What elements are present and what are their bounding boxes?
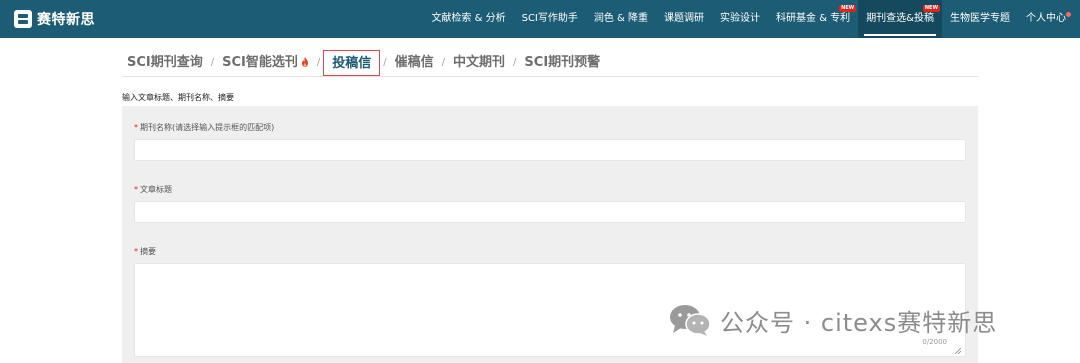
tab-label: SCI智能选刊 <box>222 54 298 70</box>
nav-item-experiment[interactable]: 实验设计 <box>712 0 768 38</box>
article-title-label: * 文章标题 <box>134 184 172 195</box>
logo-text: 赛特新思 <box>37 12 95 28</box>
tab-separator: / <box>513 57 517 68</box>
label-text: 摘要 <box>140 247 156 256</box>
tab-reminder-letter[interactable]: 催稿信 <box>390 50 439 76</box>
required-mark: * <box>134 185 138 194</box>
nav-item-journal[interactable]: 期刊查选&投稿 NEW <box>858 0 942 38</box>
nav-item-label: 科研基金 & 专利 <box>776 13 851 24</box>
nav-item-label: 期刊查选&投稿 <box>866 13 934 24</box>
nav-item-label: 个人中心 <box>1026 13 1066 24</box>
nav-item-label: 课题调研 <box>664 13 705 24</box>
nav-item-sci-writing[interactable]: SCI写作助手 <box>514 0 586 38</box>
journal-name-input[interactable] <box>134 139 966 161</box>
nav-item-literature[interactable]: 文献检索 & 分析 <box>423 0 513 38</box>
nav-item-biomedical[interactable]: 生物医学专题 <box>942 0 1018 38</box>
tab-chinese-journals[interactable]: 中文期刊 <box>448 50 510 76</box>
tab-sci-journal-warning[interactable]: SCI期刊预警 <box>519 50 605 76</box>
tab-sci-smart-select[interactable]: SCI智能选刊 <box>217 50 314 76</box>
nav-item-funding[interactable]: 科研基金 & 专利 NEW <box>768 0 858 38</box>
journal-tabs: SCI期刊查询 / SCI智能选刊 / 投稿信 / 催稿信 / 中文期刊 / S… <box>122 49 978 77</box>
logo-mark-icon <box>14 10 32 28</box>
tab-cover-letter[interactable]: 投稿信 <box>323 49 381 76</box>
wechat-watermark: 公众号 · citexs赛特新思 <box>668 302 997 338</box>
nav-item-label: 生物医学专题 <box>950 13 1010 24</box>
form-hint: 输入文章标题、期刊名称、摘要 <box>122 93 234 102</box>
new-badge: NEW <box>839 5 857 12</box>
tab-separator: / <box>316 57 321 68</box>
abstract-char-counter: 0/2000 <box>922 338 947 346</box>
top-navbar: 赛特新思 文献检索 & 分析 SCI写作助手 润色 & 降重 课题调研 实验设计… <box>0 0 1080 38</box>
nav-item-user-center[interactable]: 个人中心 <box>1018 0 1074 38</box>
nav-item-label: 实验设计 <box>720 13 761 24</box>
label-text: 文章标题 <box>140 185 172 194</box>
new-badge: NEW <box>922 5 940 12</box>
main-nav: 文献检索 & 分析 SCI写作助手 润色 & 降重 课题调研 实验设计 科研基金… <box>423 0 1074 38</box>
article-title-input[interactable] <box>134 201 966 223</box>
tab-separator: / <box>441 57 446 68</box>
wechat-icon <box>670 305 711 336</box>
nav-item-label: SCI写作助手 <box>521 13 578 24</box>
required-mark: * <box>134 247 138 256</box>
journal-name-label: * 期刊名称(请选择输入提示框的匹配项) <box>134 122 274 133</box>
required-mark: * <box>134 123 138 132</box>
notification-dot <box>1066 12 1071 17</box>
fire-icon <box>301 56 308 67</box>
resize-handle-icon[interactable] <box>954 347 961 354</box>
tab-separator: / <box>210 57 215 68</box>
abstract-label: * 摘要 <box>134 246 156 257</box>
nav-item-research[interactable]: 课题调研 <box>656 0 712 38</box>
watermark-text: 公众号 · citexs赛特新思 <box>720 308 998 337</box>
logo[interactable]: 赛特新思 <box>14 9 95 29</box>
nav-item-polish[interactable]: 润色 & 降重 <box>586 0 656 38</box>
label-text: 期刊名称(请选择输入提示框的匹配项) <box>140 123 275 132</box>
tab-sci-journal-query[interactable]: SCI期刊查询 <box>122 50 208 76</box>
tab-separator: / <box>383 57 387 68</box>
nav-item-label: 文献检索 & 分析 <box>431 13 506 24</box>
nav-item-label: 润色 & 降重 <box>593 13 649 24</box>
